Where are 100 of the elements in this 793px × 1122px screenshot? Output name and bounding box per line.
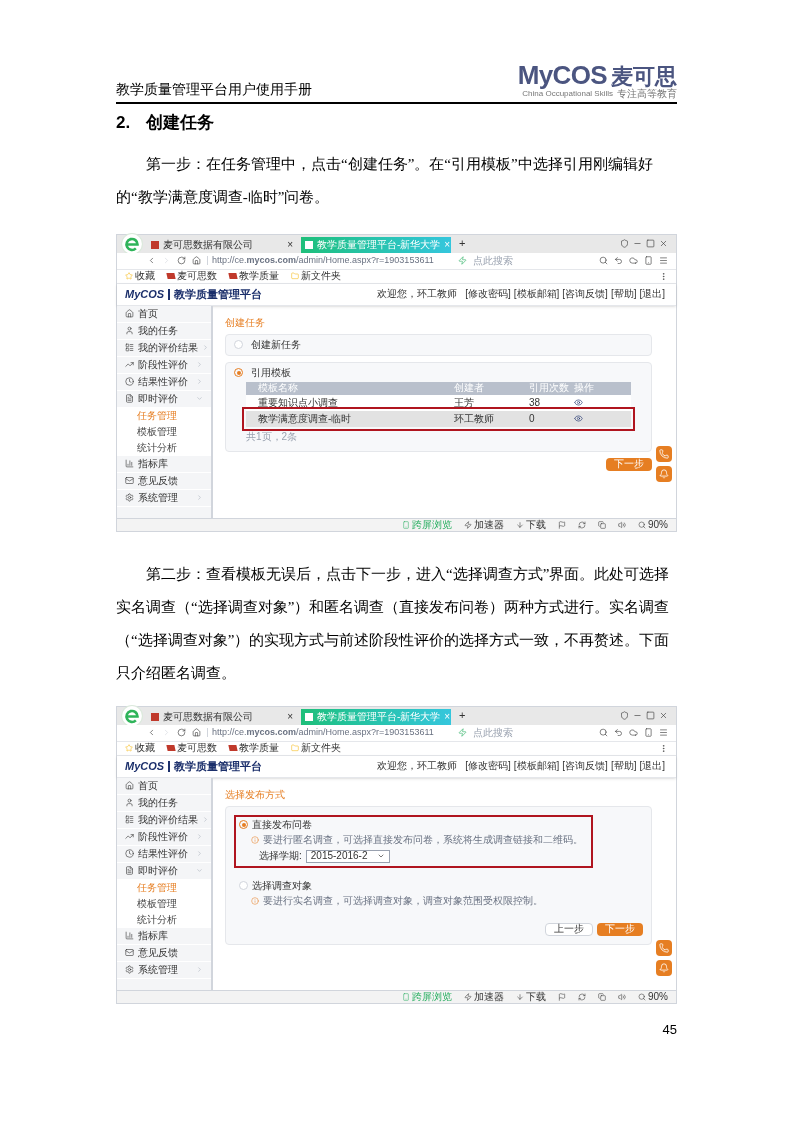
tab-title: 教学质量管理平台-新华大学 [317,711,441,722]
bookmark-link[interactable]: 收藏 [135,743,155,753]
phone-button[interactable] [656,939,672,956]
bookmark-link[interactable]: 新文件夹 [301,743,341,753]
header-link[interactable]: [模板邮箱] [513,761,560,771]
browser-tab[interactable]: 麦可思数据有限公司 × [147,236,297,253]
sidebar-item[interactable]: 我的评价结果 [117,339,211,357]
header-link[interactable]: [模板邮箱] [513,289,560,299]
search-icon[interactable] [599,728,608,737]
maximize-icon[interactable] [646,711,655,720]
shield-icon[interactable] [620,711,629,720]
status-item[interactable]: 下载 [526,991,546,1002]
chat-button[interactable] [656,959,672,976]
radio-button[interactable] [234,340,243,349]
url-field[interactable]: http://ce.mycos.com/admin/Home.aspx?r=1903153611 [207,256,446,265]
undo-icon[interactable] [614,256,623,265]
eye-icon[interactable] [574,398,583,407]
sidebar-item[interactable]: 阶段性评价 [117,828,211,846]
sidebar-item[interactable]: 我的评价结果 [117,811,211,829]
menu-icon[interactable] [659,728,668,737]
speaker-icon[interactable] [618,992,626,1001]
sidebar-item[interactable]: 首页 [117,305,211,323]
option-label[interactable]: 直接发布问卷 [252,819,312,830]
option-label[interactable]: 创建新任务 [251,339,301,350]
sidebar-item[interactable]: 我的任务 [117,794,211,812]
home-icon[interactable] [192,728,201,737]
chat-button[interactable] [656,465,672,482]
bookmark-link[interactable]: 麦可思数 [177,271,217,281]
sidebar-item[interactable]: 阶段性评价 [117,356,211,374]
header-link[interactable]: [帮助] [610,761,637,771]
semester-select[interactable]: 2015-2016-2 [305,849,390,863]
more-icon[interactable] [659,743,668,753]
cloud-icon[interactable] [629,728,638,737]
header-link[interactable]: [退出] [639,289,665,299]
sidebar-item[interactable]: 系统管理 [117,961,211,979]
menu-icon[interactable] [659,256,668,265]
header-link[interactable]: [咨询反馈] [562,289,608,299]
zoom-level[interactable]: 90% [648,991,668,1002]
new-tab-button[interactable]: + [455,238,470,249]
refresh-icon[interactable] [177,256,186,265]
back-icon[interactable] [147,256,156,265]
bookmark-link[interactable]: 教学质量 [239,271,279,281]
header-link[interactable]: [咨询反馈] [562,761,608,771]
bookmark-link[interactable]: 麦可思数 [177,743,217,753]
flag-icon[interactable] [558,992,566,1001]
speaker-icon[interactable] [618,520,626,529]
new-tab-button[interactable]: + [455,710,470,721]
search-icon[interactable] [599,256,608,265]
back-icon[interactable] [147,728,156,737]
phone-button[interactable] [656,445,672,462]
refresh-icon[interactable] [578,520,586,529]
sidebar-item[interactable]: 首页 [117,777,211,795]
zoom-level[interactable]: 90% [648,519,668,530]
clock-icon [125,849,134,858]
header-link[interactable]: [修改密码] [465,289,511,299]
bookmark-link[interactable]: 新文件夹 [301,271,341,281]
status-item[interactable]: 下载 [526,519,546,530]
bookmark-link[interactable]: 收藏 [135,271,155,281]
home-icon[interactable] [192,256,201,265]
sidebar-item[interactable]: 指标库 [117,455,211,473]
tab-close[interactable]: × [287,711,293,722]
copy-icon[interactable] [598,992,606,1001]
more-icon[interactable] [659,271,668,281]
status-item[interactable]: 加速器 [474,991,504,1002]
undo-icon[interactable] [614,728,623,737]
shield-icon[interactable] [620,239,629,248]
url-field[interactable]: http://ce.mycos.com/admin/Home.aspx?r=1903153611 [207,728,446,737]
phone-icon[interactable] [644,728,653,737]
option-label[interactable]: 选择调查对象 [252,880,312,891]
status-item[interactable]: 加速器 [474,519,504,530]
browser-tab[interactable]: 麦可思数据有限公司 × [147,708,297,725]
sidebar-item[interactable]: 即时评价 [117,862,211,880]
close-icon[interactable] [659,711,668,720]
option-label[interactable]: 引用模板 [251,367,291,378]
sidebar-item[interactable]: 意见反馈 [117,472,211,490]
phone-icon[interactable] [644,256,653,265]
sidebar-item[interactable]: 结果性评价 [117,373,211,391]
flag-icon[interactable] [558,520,566,529]
header-link[interactable]: [帮助] [610,289,637,299]
refresh-icon[interactable] [578,992,586,1001]
lightning-icon[interactable] [458,256,467,265]
step-button[interactable]: 上一步 [545,922,593,936]
maximize-icon[interactable] [646,239,655,248]
eye-icon[interactable] [574,414,583,423]
refresh-icon[interactable] [177,728,186,737]
cloud-icon[interactable] [629,256,638,265]
sidebar-item[interactable]: 即时评价 [117,390,211,408]
header-link[interactable]: [退出] [639,761,665,771]
bookmark-link[interactable]: 教学质量 [239,743,279,753]
sidebar-item[interactable]: 意见反馈 [117,944,211,962]
header-link[interactable]: [修改密码] [465,761,511,771]
copy-icon[interactable] [598,520,606,529]
tab-close[interactable]: × [287,239,293,250]
sidebar-item[interactable]: 我的任务 [117,322,211,340]
lightning-icon[interactable] [458,728,467,737]
sidebar-item[interactable]: 指标库 [117,927,211,945]
sidebar-item[interactable]: 系统管理 [117,489,211,507]
sidebar-item[interactable]: 结果性评价 [117,845,211,863]
close-icon[interactable] [659,239,668,248]
radio-button[interactable] [239,881,248,890]
